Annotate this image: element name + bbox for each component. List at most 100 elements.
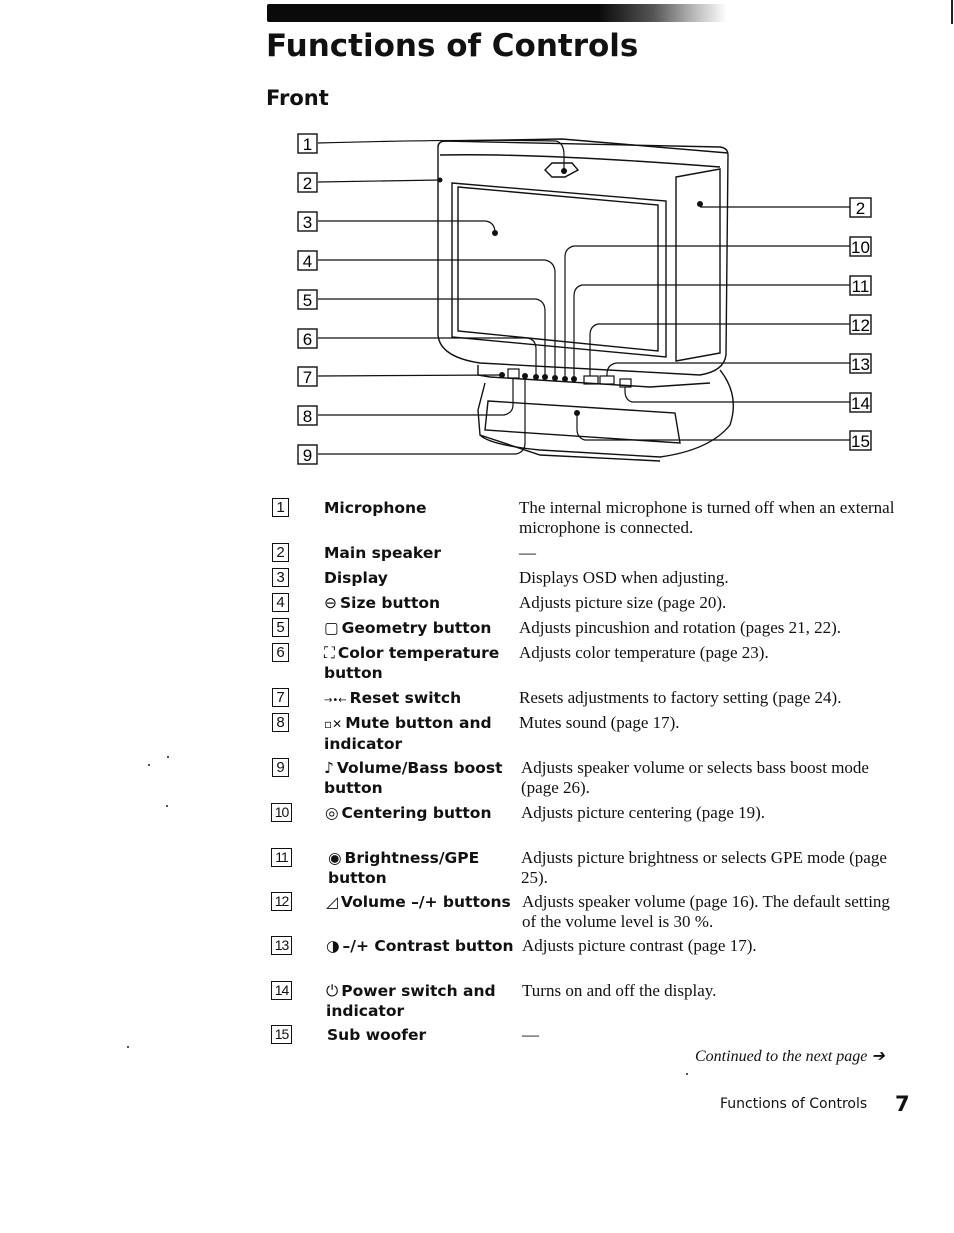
scan-speck — [127, 1046, 129, 1048]
screen-display — [457, 186, 659, 352]
item-label: ◑ –/+ Contrast button — [326, 937, 514, 955]
svg-text:15: 15 — [851, 432, 870, 451]
callout-13: 13 — [849, 353, 872, 374]
contrast-icon: ◑ — [326, 937, 340, 955]
color-temperature-icon: ⛶ — [324, 644, 335, 662]
callout-10: 10 — [849, 236, 872, 257]
geometry-icon: ▢ — [324, 619, 339, 637]
callout-12: 12 — [849, 314, 872, 335]
page-title: Functions of Controls — [266, 28, 639, 64]
scan-speck — [148, 764, 150, 766]
item-label: Sub woofer — [327, 1026, 427, 1044]
item-number-box: 4 — [272, 593, 289, 612]
monitor-front-diagram: 1 2 3 4 5 6 7 8 9 2 10 11 12 13 14 15 — [297, 133, 872, 465]
item-description: Adjusts picture centering (page 19). — [521, 803, 766, 822]
svg-text:7: 7 — [303, 368, 312, 387]
item-number-box: 12 — [271, 892, 292, 911]
item-description: Resets adjustments to factory setting (p… — [519, 688, 842, 707]
svg-text:9: 9 — [303, 446, 312, 465]
item-label: ⏻ Power switch and indicator — [326, 982, 496, 1020]
svg-text:11: 11 — [852, 277, 870, 296]
scan-speck — [686, 1073, 688, 1075]
power-icon: ⏻ — [326, 982, 339, 1000]
item-number-box: 10 — [271, 803, 292, 822]
svg-text:8: 8 — [303, 407, 312, 426]
section-title: Front — [266, 86, 329, 110]
svg-text:3: 3 — [303, 213, 312, 232]
item-number-box: 9 — [272, 758, 289, 777]
callout-11: 11 — [849, 275, 872, 296]
svg-text:2: 2 — [303, 174, 312, 193]
item-number-box: 3 — [272, 568, 289, 587]
item-description: Adjusts speaker volume or selects bass b… — [521, 758, 869, 797]
item-description: The internal microphone is turned off wh… — [519, 498, 895, 537]
item-label: ♪ Volume/Bass boost button — [324, 759, 503, 797]
item-description: — — [522, 1025, 539, 1044]
item-label: ▢ Geometry button — [324, 619, 492, 637]
item-label: Microphone — [324, 499, 427, 517]
callout-2: 2 — [297, 172, 318, 193]
svg-text:10: 10 — [851, 238, 870, 257]
item-label: Main speaker — [324, 544, 441, 562]
item-number-box: 5 — [272, 618, 289, 637]
item-description: Turns on and off the display. — [522, 981, 717, 1000]
item-number-box: 2 — [272, 543, 289, 562]
size-icon: ⊖ — [324, 594, 337, 612]
reset-icon: →•← — [324, 695, 347, 706]
svg-text:6: 6 — [303, 330, 312, 349]
item-label: ◎ Centering button — [325, 804, 492, 822]
screen-bezel — [451, 182, 667, 358]
brightness-icon: ◉ — [328, 849, 342, 867]
mute-icon: ▫✕ — [324, 717, 343, 731]
item-number-box: 1 — [272, 498, 289, 517]
music-note-icon: ♪ — [324, 759, 334, 777]
item-number-box: 8 — [272, 713, 289, 732]
page-number: 7 — [895, 1092, 910, 1116]
callout-8: 8 — [297, 405, 318, 426]
contrast-buttons-mark — [599, 375, 615, 385]
svg-text:13: 13 — [851, 355, 870, 374]
callout-9: 9 — [297, 444, 318, 465]
item-label: ⊖ Size button — [324, 594, 441, 612]
callout-14: 14 — [849, 392, 872, 413]
item-number-box: 15 — [271, 1025, 292, 1044]
svg-text:5: 5 — [303, 291, 312, 310]
scan-speck — [166, 805, 168, 807]
item-label: ⛶ Color temperature button — [324, 644, 500, 682]
callout-7: 7 — [297, 366, 318, 387]
item-label: ▫✕ Mute button and indicator — [324, 714, 492, 753]
svg-text:14: 14 — [851, 394, 870, 413]
svg-text:4: 4 — [303, 252, 312, 271]
item-description: Displays OSD when adjusting. — [519, 568, 729, 587]
item-number-box: 7 — [272, 688, 289, 707]
scan-speck — [167, 756, 169, 758]
item-number-box: 13 — [271, 936, 292, 955]
callout-4: 4 — [297, 250, 318, 271]
item-description: Mutes sound (page 17). — [519, 713, 680, 732]
item-label: Display — [324, 569, 388, 587]
callout-right-2: 2 — [849, 197, 872, 218]
callout-1: 1 — [297, 133, 318, 154]
page-edge-mark — [951, 0, 953, 24]
callout-5: 5 — [297, 289, 318, 310]
right-callouts: 2 10 11 12 13 14 15 — [849, 197, 872, 451]
item-number-box: 14 — [271, 981, 292, 1000]
svg-text:2: 2 — [856, 199, 865, 218]
right-speaker-panel — [675, 168, 721, 362]
volume-icon: ◿ — [326, 893, 338, 911]
continued-note: Continued to the next page ➔ — [695, 1048, 885, 1065]
item-description: Adjusts picture brightness or selects GP… — [521, 848, 887, 887]
item-number-box: 6 — [272, 643, 289, 662]
item-description: Adjusts picture size (page 20). — [519, 593, 727, 612]
item-label: ◿ Volume –/+ buttons — [326, 893, 511, 911]
item-description: Adjusts pincushion and rotation (pages 2… — [519, 618, 842, 637]
stand-base — [477, 369, 734, 458]
header-rule — [267, 4, 727, 22]
svg-text:12: 12 — [851, 316, 870, 335]
centering-icon: ◎ — [325, 804, 339, 822]
main-speaker-right-dot — [697, 201, 703, 207]
item-description: — — [519, 543, 536, 562]
callout-3: 3 — [297, 211, 318, 232]
svg-text:1: 1 — [303, 135, 312, 154]
left-callouts: 1 2 3 4 5 6 7 8 9 — [297, 133, 318, 465]
